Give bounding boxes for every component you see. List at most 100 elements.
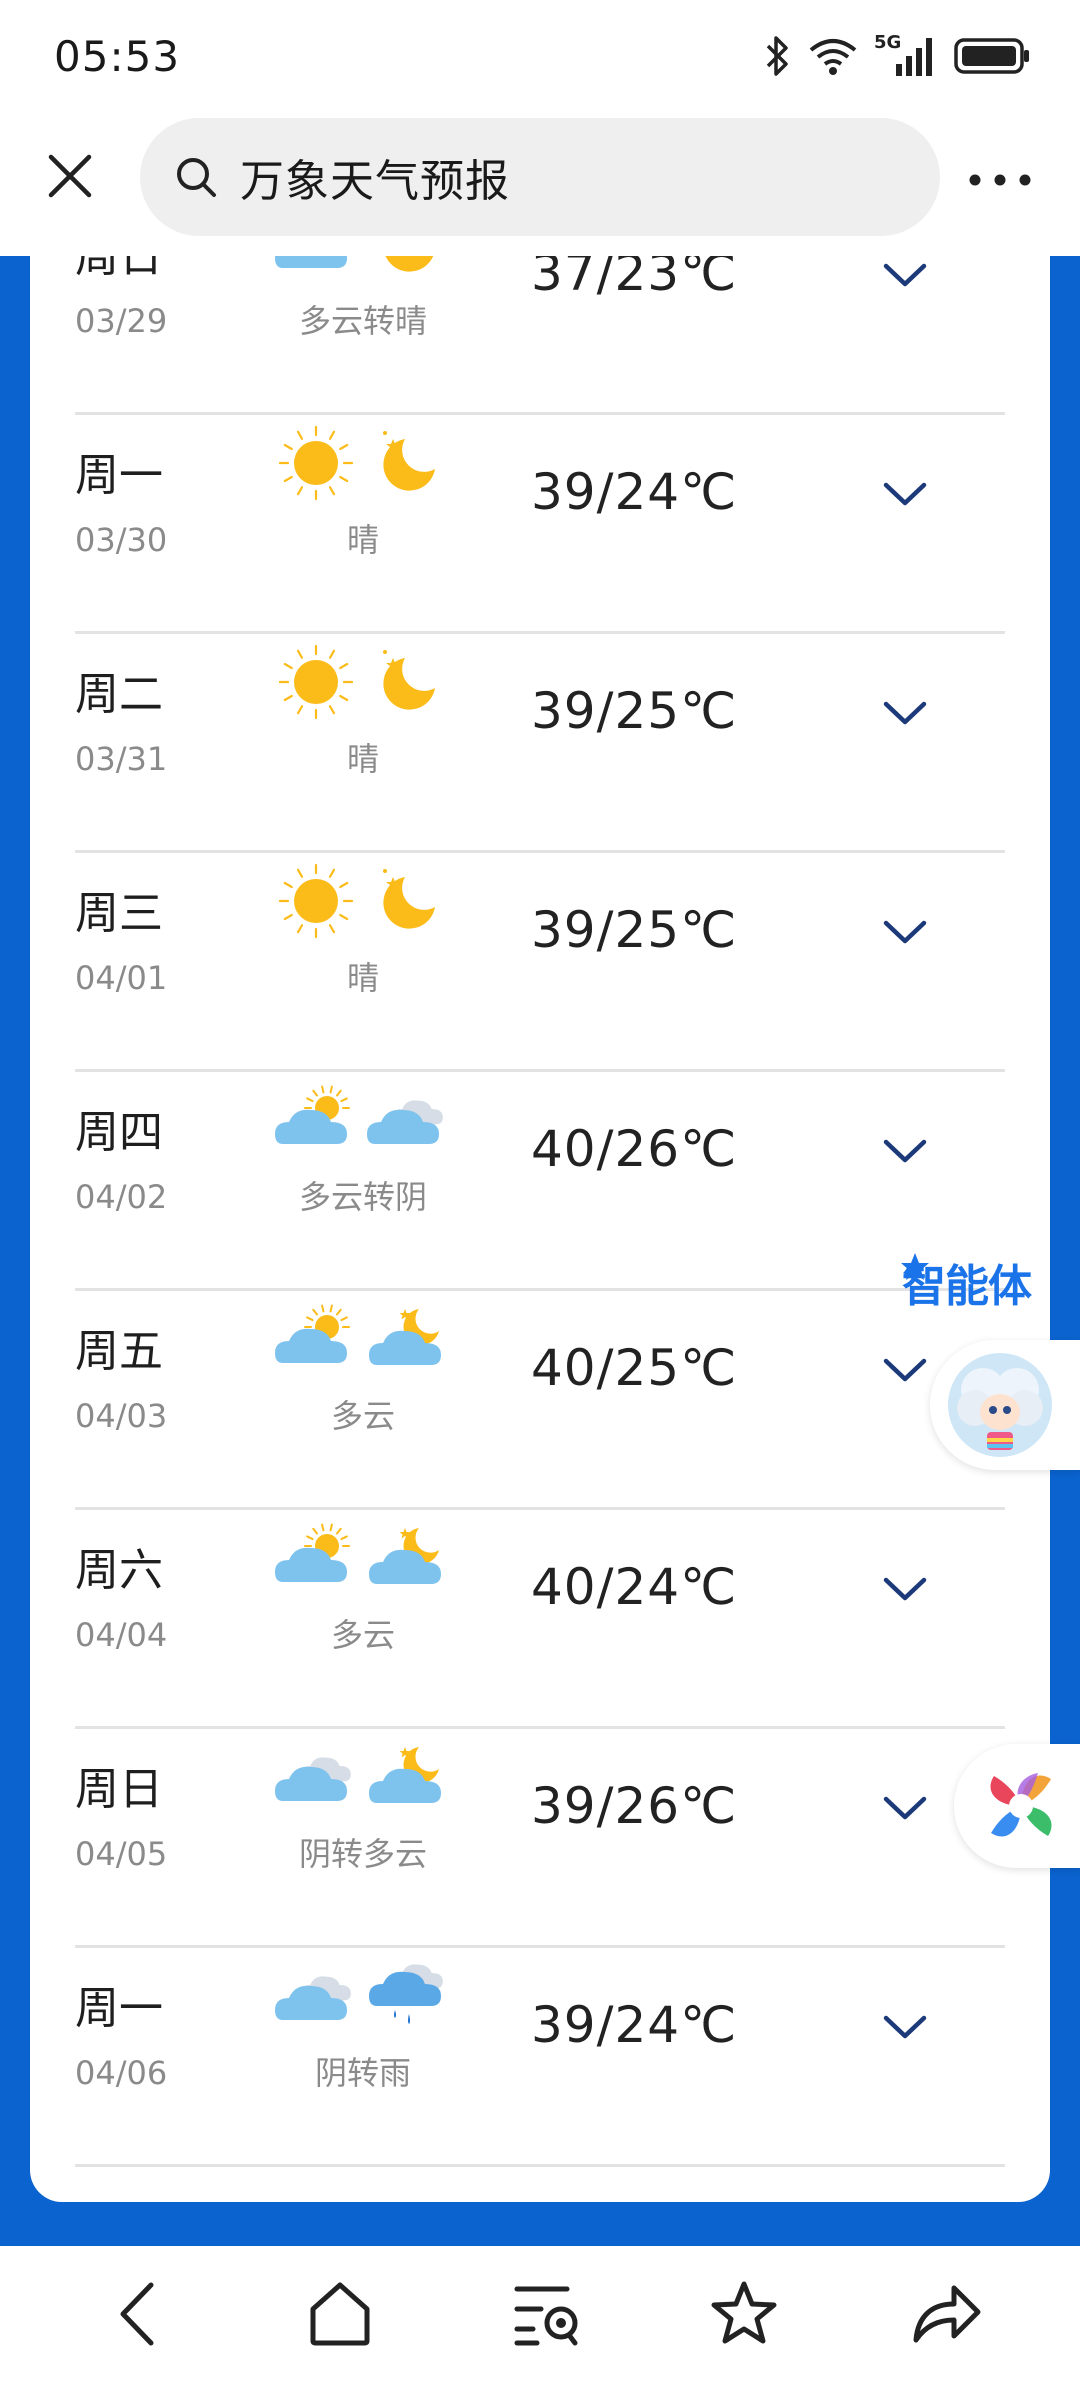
temperature-range: 39/24℃: [531, 463, 738, 521]
clear-night-icon: [365, 863, 451, 939]
share-icon: [913, 2285, 981, 2343]
chevron-down-icon[interactable]: [875, 1998, 935, 2058]
battery-icon: [954, 38, 1029, 74]
partly-cloudy-day-icon: [273, 1301, 359, 1377]
chevron-down-icon[interactable]: [875, 465, 935, 525]
date-label: 03/30: [75, 521, 168, 559]
sunny-icon: [273, 644, 359, 720]
chevron-down-icon[interactable]: [875, 1779, 935, 1839]
condition-label: 多云转晴: [298, 302, 427, 340]
forecast-row[interactable]: 周六 04/04 多云 40/24℃: [75, 1510, 1005, 1729]
avatar-icon: [948, 1353, 1052, 1457]
rain-icon: [365, 1958, 451, 2034]
back-icon: [120, 2282, 154, 2346]
forecast-row[interactable]: 周四 04/02 多云转阴 40/26℃: [75, 1072, 1005, 1291]
signal-icon: 5G: [874, 32, 938, 78]
bottom-navigation: [0, 2246, 1080, 2388]
tabs-icon: [514, 2286, 578, 2346]
temperature-range: 37/23℃: [531, 256, 738, 302]
clock: 05:53: [54, 32, 181, 81]
assistant-button[interactable]: [954, 1744, 1080, 1868]
partly-cloudy-night-icon: [365, 1739, 451, 1815]
favorite-icon: [711, 2281, 777, 2344]
weekday-label: 周四: [75, 1107, 163, 1158]
forecast-row[interactable]: 周日 04/05 阴转多云 39/26℃: [75, 1729, 1005, 1948]
partly-cloudy-day-icon: [273, 256, 359, 282]
close-icon: [48, 154, 92, 198]
forecast-row[interactable]: 周日 03/29 多云转晴 37/23℃: [75, 256, 1005, 415]
chevron-down-icon[interactable]: [875, 1341, 935, 1401]
condition-label: 晴: [346, 521, 379, 559]
browser-toolbar: 万象天气预报: [0, 110, 1080, 256]
temperature-range: 39/26℃: [531, 1777, 738, 1835]
forecast-row[interactable]: 周五 04/03 多云 40/25℃: [75, 1291, 1005, 1510]
wifi-icon: [809, 39, 857, 75]
partly-cloudy-night-icon: [365, 1520, 451, 1596]
search-icon: [177, 158, 216, 197]
chevron-down-icon[interactable]: [875, 1122, 935, 1182]
back-button[interactable]: [98, 2274, 178, 2354]
temperature-range: 39/25℃: [531, 682, 738, 740]
search-bar[interactable]: 万象天气预报: [140, 118, 940, 236]
weekday-label: 周日: [75, 256, 163, 282]
condition-label: 晴: [346, 740, 379, 778]
more-icon: [969, 174, 1031, 186]
partly-cloudy-day-icon: [273, 1082, 359, 1158]
forecast-row[interactable]: 周一 03/30 晴 39/24℃: [75, 415, 1005, 634]
agent-label[interactable]: 智能体: [902, 1250, 1032, 1314]
condition-label: 阴转多云: [298, 1835, 427, 1873]
date-label: 04/03: [75, 1397, 168, 1435]
temperature-range: 40/26℃: [531, 1120, 738, 1178]
status-icons: 5G: [762, 32, 1030, 78]
partly-cloudy-night-icon: [365, 1301, 451, 1377]
date-label: 03/29: [75, 302, 168, 340]
date-label: 04/05: [75, 1835, 168, 1873]
weekday-label: 周一: [75, 1983, 163, 2034]
close-button[interactable]: [40, 146, 100, 206]
tabs-button[interactable]: [507, 2274, 587, 2354]
share-button[interactable]: [906, 2274, 986, 2354]
partly-cloudy-day-icon: [273, 1520, 359, 1596]
home-icon: [310, 2282, 370, 2346]
forecast-card: 周日 03/29 多云转晴 37/23℃ 周一 03/30 晴 39/24℃ 周二 03/31…: [30, 256, 1050, 2202]
more-button[interactable]: [960, 150, 1040, 210]
sunny-icon: [273, 863, 359, 939]
date-label: 04/06: [75, 2054, 168, 2092]
clear-night-icon: [365, 644, 451, 720]
forecast-row[interactable]: 周二 03/31 晴 39/25℃: [75, 634, 1005, 853]
weekday-label: 周六: [75, 1545, 163, 1596]
weekday-label: 周一: [75, 450, 163, 501]
condition-label: 多云: [330, 1397, 395, 1435]
bluetooth-icon: [766, 36, 788, 76]
condition-label: 阴转雨: [314, 2054, 411, 2092]
sunny-icon: [273, 425, 359, 501]
agent-avatar-button[interactable]: [930, 1340, 1080, 1470]
favorite-button[interactable]: [704, 2274, 784, 2354]
weekday-label: 周三: [75, 888, 163, 939]
chevron-down-icon[interactable]: [875, 256, 935, 306]
forecast-row[interactable]: 周三 04/01 晴 39/25℃: [75, 853, 1005, 1072]
chevron-down-icon[interactable]: [875, 903, 935, 963]
date-label: 04/02: [75, 1178, 168, 1216]
condition-label: 晴: [346, 959, 379, 997]
weekday-label: 周二: [75, 669, 163, 720]
weekday-label: 周日: [75, 1764, 163, 1815]
temperature-range: 40/25℃: [531, 1339, 738, 1397]
clear-night-icon: [365, 425, 451, 501]
overcast-icon: [273, 1958, 359, 2034]
overcast-icon: [273, 1739, 359, 1815]
chevron-down-icon[interactable]: [875, 1560, 935, 1620]
date-label: 04/04: [75, 1616, 168, 1654]
condition-label: 多云转阴: [298, 1178, 427, 1216]
temperature-range: 40/24℃: [531, 1558, 738, 1616]
temperature-range: 39/25℃: [531, 901, 738, 959]
status-bar: 05:53 5G: [0, 0, 1080, 110]
forecast-row[interactable]: 周一 04/06 阴转雨 39/24℃: [75, 1948, 1005, 2167]
chevron-down-icon[interactable]: [875, 684, 935, 744]
temperature-range: 39/24℃: [531, 1996, 738, 2054]
overcast-icon: [365, 1082, 451, 1158]
date-label: 03/31: [75, 740, 168, 778]
weekday-label: 周五: [75, 1326, 163, 1377]
date-label: 04/01: [75, 959, 168, 997]
home-button[interactable]: [300, 2274, 380, 2354]
